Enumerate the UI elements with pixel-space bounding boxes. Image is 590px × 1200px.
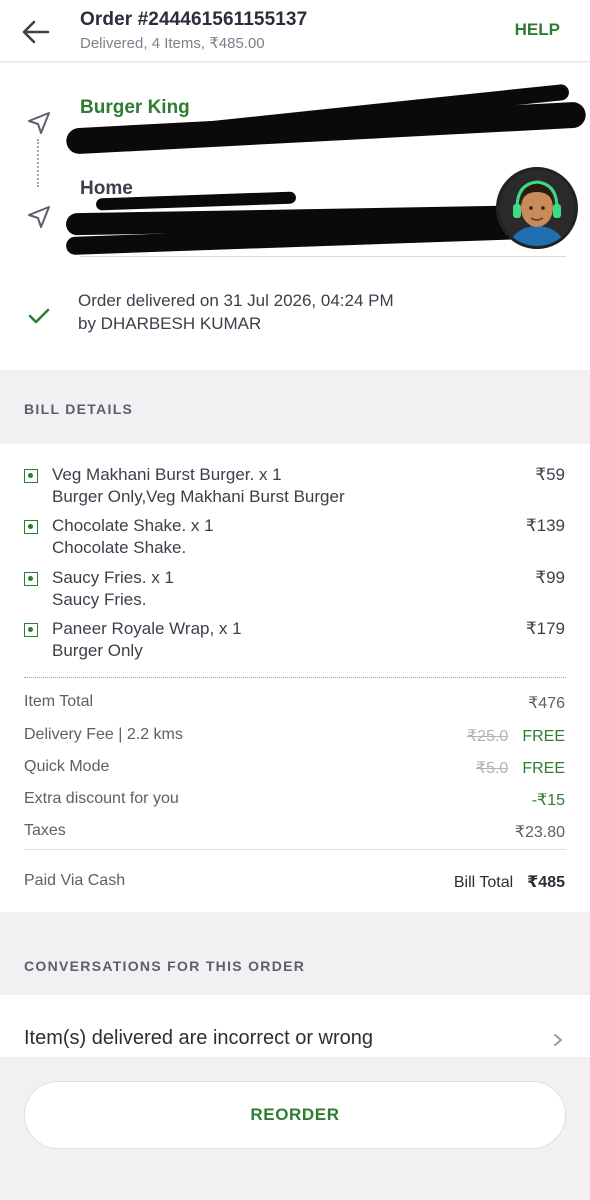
bill-total: Bill Total ₹485 bbox=[454, 872, 565, 892]
delivery-fee-label: Delivery Fee | 2.2 kms bbox=[24, 726, 183, 743]
item-total-value: ₹476 bbox=[528, 695, 565, 712]
discount-label: Extra discount for you bbox=[24, 790, 179, 807]
bottom-action-bar: REORDER bbox=[0, 1057, 590, 1200]
order-header: Order #244461561155137 Delivered, 4 Item… bbox=[0, 0, 590, 62]
item-name: Chocolate Shake. x 1 bbox=[52, 516, 214, 535]
payment-method: Paid Via Cash bbox=[24, 872, 126, 889]
delivery-status: Order delivered on 31 Jul 2026, 04:24 PM bbox=[78, 291, 394, 310]
delivery-fee-value: ₹25.0 FREE bbox=[467, 726, 565, 746]
quick-mode-original: ₹5.0 bbox=[475, 760, 509, 777]
order-title: Order #244461561155137 bbox=[80, 9, 308, 30]
delivery-partner-name: by DHARBESH KUMAR bbox=[78, 314, 262, 333]
bill-details-header: BILL DETAILS bbox=[0, 370, 590, 444]
item-name: Veg Makhani Burst Burger. x 1 bbox=[52, 465, 282, 484]
item-name: Paneer Royale Wrap, x 1 bbox=[52, 619, 242, 638]
item-price: ₹139 bbox=[525, 516, 565, 535]
veg-icon bbox=[24, 572, 38, 586]
item-price: ₹179 bbox=[525, 619, 565, 638]
section-title: BILL DETAILS bbox=[24, 401, 134, 417]
item-name: Saucy Fries. x 1 bbox=[52, 568, 174, 587]
divider bbox=[24, 677, 566, 678]
quick-mode-value: ₹5.0 FREE bbox=[476, 758, 565, 778]
veg-icon bbox=[24, 469, 38, 483]
discount-value: -₹15 bbox=[531, 792, 565, 809]
delivery-partner-avatar[interactable] bbox=[496, 167, 578, 249]
item-description: Burger Only bbox=[52, 641, 143, 660]
restaurant-name: Burger King bbox=[80, 97, 190, 118]
back-arrow-icon[interactable] bbox=[18, 14, 54, 50]
bill-card: Veg Makhani Burst Burger. x 1 Burger Onl… bbox=[0, 444, 590, 912]
quick-mode-free: FREE bbox=[522, 760, 565, 777]
veg-icon bbox=[24, 623, 38, 637]
bill-total-label: Bill Total bbox=[453, 874, 514, 891]
divider bbox=[24, 849, 566, 850]
item-price: ₹59 bbox=[535, 465, 565, 484]
veg-icon bbox=[24, 520, 38, 534]
delivery-fee-original: ₹25.0 bbox=[467, 728, 509, 745]
delivery-route-card: Burger King Home Order delivered on 31 J… bbox=[0, 63, 590, 370]
item-description: Chocolate Shake. bbox=[52, 538, 187, 557]
section-title: CONVERSATIONS FOR THIS ORDER bbox=[24, 958, 306, 974]
item-description: Burger Only,Veg Makhani Burst Burger bbox=[52, 487, 345, 506]
route-connector bbox=[37, 139, 39, 187]
help-button[interactable]: HELP bbox=[515, 20, 560, 40]
chevron-right-icon bbox=[552, 1033, 564, 1047]
navigation-arrow-icon bbox=[25, 109, 53, 137]
reorder-button[interactable]: REORDER bbox=[24, 1081, 566, 1149]
item-total-label: Item Total bbox=[24, 693, 94, 710]
divider bbox=[80, 256, 566, 257]
item-price: ₹99 bbox=[535, 568, 565, 587]
conversation-issue: Item(s) delivered are incorrect or wrong bbox=[24, 1027, 374, 1049]
order-summary: Delivered, 4 Items, ₹485.00 bbox=[80, 35, 265, 52]
bill-total-value: ₹485 bbox=[527, 874, 565, 891]
quick-mode-label: Quick Mode bbox=[24, 758, 110, 775]
item-description: Saucy Fries. bbox=[52, 590, 147, 609]
navigation-arrow-icon bbox=[25, 203, 53, 231]
conversation-item[interactable]: Item(s) delivered are incorrect or wrong bbox=[0, 995, 590, 1057]
conversations-header: CONVERSATIONS FOR THIS ORDER bbox=[0, 912, 590, 995]
delivery-fee-free: FREE bbox=[522, 728, 565, 745]
taxes-label: Taxes bbox=[24, 822, 66, 839]
check-icon bbox=[26, 303, 52, 329]
taxes-value: ₹23.80 bbox=[514, 824, 565, 841]
